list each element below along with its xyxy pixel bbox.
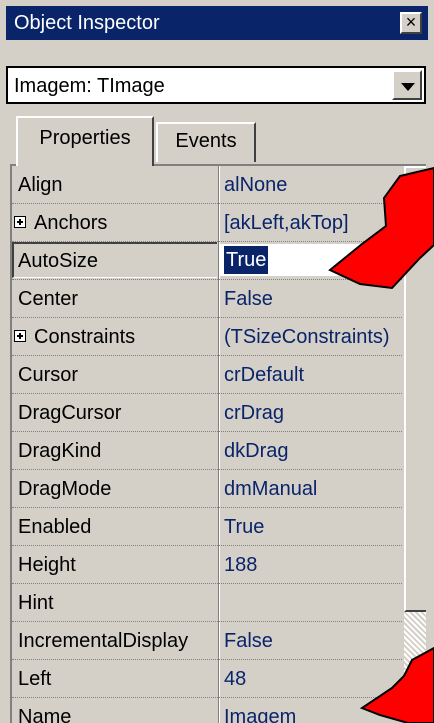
property-value[interactable]: (TSizeConstraints): [224, 318, 402, 356]
property-value[interactable]: crDrag: [224, 394, 402, 432]
property-value[interactable]: 188: [224, 546, 402, 584]
property-value[interactable]: crDefault: [224, 356, 402, 394]
property-row[interactable]: Anchors [akLeft,akTop]: [12, 204, 402, 242]
expand-plus-icon[interactable]: [14, 216, 26, 228]
property-row[interactable]: AutoSize True: [12, 242, 402, 280]
property-value[interactable]: False: [224, 622, 402, 660]
property-name: Enabled: [18, 516, 92, 538]
property-value[interactable]: 48: [224, 660, 402, 698]
property-value[interactable]: True: [224, 508, 402, 546]
scroll-thumb[interactable]: [404, 192, 426, 612]
property-row[interactable]: Name Imagem: [12, 698, 402, 723]
property-value[interactable]: [224, 584, 402, 622]
column-divider: [218, 698, 220, 723]
property-value-editor[interactable]: True: [220, 244, 402, 276]
property-name: DragCursor: [18, 402, 122, 424]
expand-plus-icon[interactable]: [14, 330, 26, 342]
column-divider: [218, 432, 220, 470]
property-row[interactable]: DragKind dkDrag: [12, 432, 402, 470]
column-divider: [218, 660, 220, 698]
property-name: DragMode: [18, 478, 112, 500]
property-name: Align: [18, 174, 63, 196]
property-row[interactable]: Align alNone: [12, 166, 402, 204]
close-icon: ×: [405, 12, 417, 32]
column-divider: [218, 546, 220, 584]
column-divider: [218, 204, 220, 242]
scrollbar[interactable]: [404, 166, 426, 723]
column-divider: [218, 622, 220, 660]
column-divider: [218, 584, 220, 622]
column-divider: [218, 166, 220, 204]
property-value[interactable]: dkDrag: [224, 432, 402, 470]
property-row[interactable]: IncrementalDisplay False: [12, 622, 402, 660]
property-value[interactable]: Imagem: [224, 698, 402, 723]
property-grid: Align alNone Anchors [akLeft,akTop] AutoSize…: [10, 164, 426, 723]
dropdown-arrow-icon[interactable]: [392, 70, 422, 100]
property-value[interactable]: False: [224, 280, 402, 318]
title-bar: Object Inspector ×: [6, 6, 428, 40]
property-name: Center: [18, 288, 79, 310]
object-selector-value: Imagem: TImage: [14, 75, 165, 97]
tab-properties[interactable]: Properties: [16, 116, 154, 166]
property-name: DragKind: [18, 440, 102, 462]
property-row[interactable]: Height 188: [12, 546, 402, 584]
tab-events[interactable]: Events: [156, 122, 256, 162]
property-value[interactable]: True: [224, 246, 269, 274]
column-divider: [218, 356, 220, 394]
property-name: Height: [18, 554, 76, 576]
window-title: Object Inspector: [14, 12, 160, 34]
property-value[interactable]: dmManual: [224, 470, 402, 508]
scroll-up-icon[interactable]: [404, 166, 426, 192]
property-row[interactable]: Left 48: [12, 660, 402, 698]
column-divider: [218, 318, 220, 356]
property-name: Constraints: [34, 326, 136, 348]
property-name: Hint: [18, 592, 54, 614]
property-row[interactable]: Hint: [12, 584, 402, 622]
property-name: Cursor: [18, 364, 79, 386]
close-button[interactable]: ×: [400, 12, 422, 34]
property-row[interactable]: Constraints (TSizeConstraints): [12, 318, 402, 356]
column-divider: [218, 470, 220, 508]
property-name: AutoSize: [18, 250, 99, 272]
object-selector[interactable]: Imagem: TImage: [6, 66, 426, 104]
column-divider: [218, 394, 220, 432]
column-divider: [218, 280, 220, 318]
property-value[interactable]: [akLeft,akTop]: [224, 204, 402, 242]
object-inspector-window: Object Inspector × Imagem: TImage Proper…: [0, 0, 434, 723]
property-row[interactable]: DragCursor crDrag: [12, 394, 402, 432]
value-dropdown-button[interactable]: [372, 244, 402, 276]
property-name: Anchors: [34, 212, 108, 234]
property-name: Name: [18, 706, 72, 723]
property-value[interactable]: alNone: [224, 166, 402, 204]
property-row[interactable]: Enabled True: [12, 508, 402, 546]
property-row[interactable]: Center False: [12, 280, 402, 318]
property-name: IncrementalDisplay: [18, 630, 189, 652]
property-name: Left: [18, 668, 52, 690]
column-divider: [218, 508, 220, 546]
property-row[interactable]: Cursor crDefault: [12, 356, 402, 394]
property-row[interactable]: DragMode dmManual: [12, 470, 402, 508]
